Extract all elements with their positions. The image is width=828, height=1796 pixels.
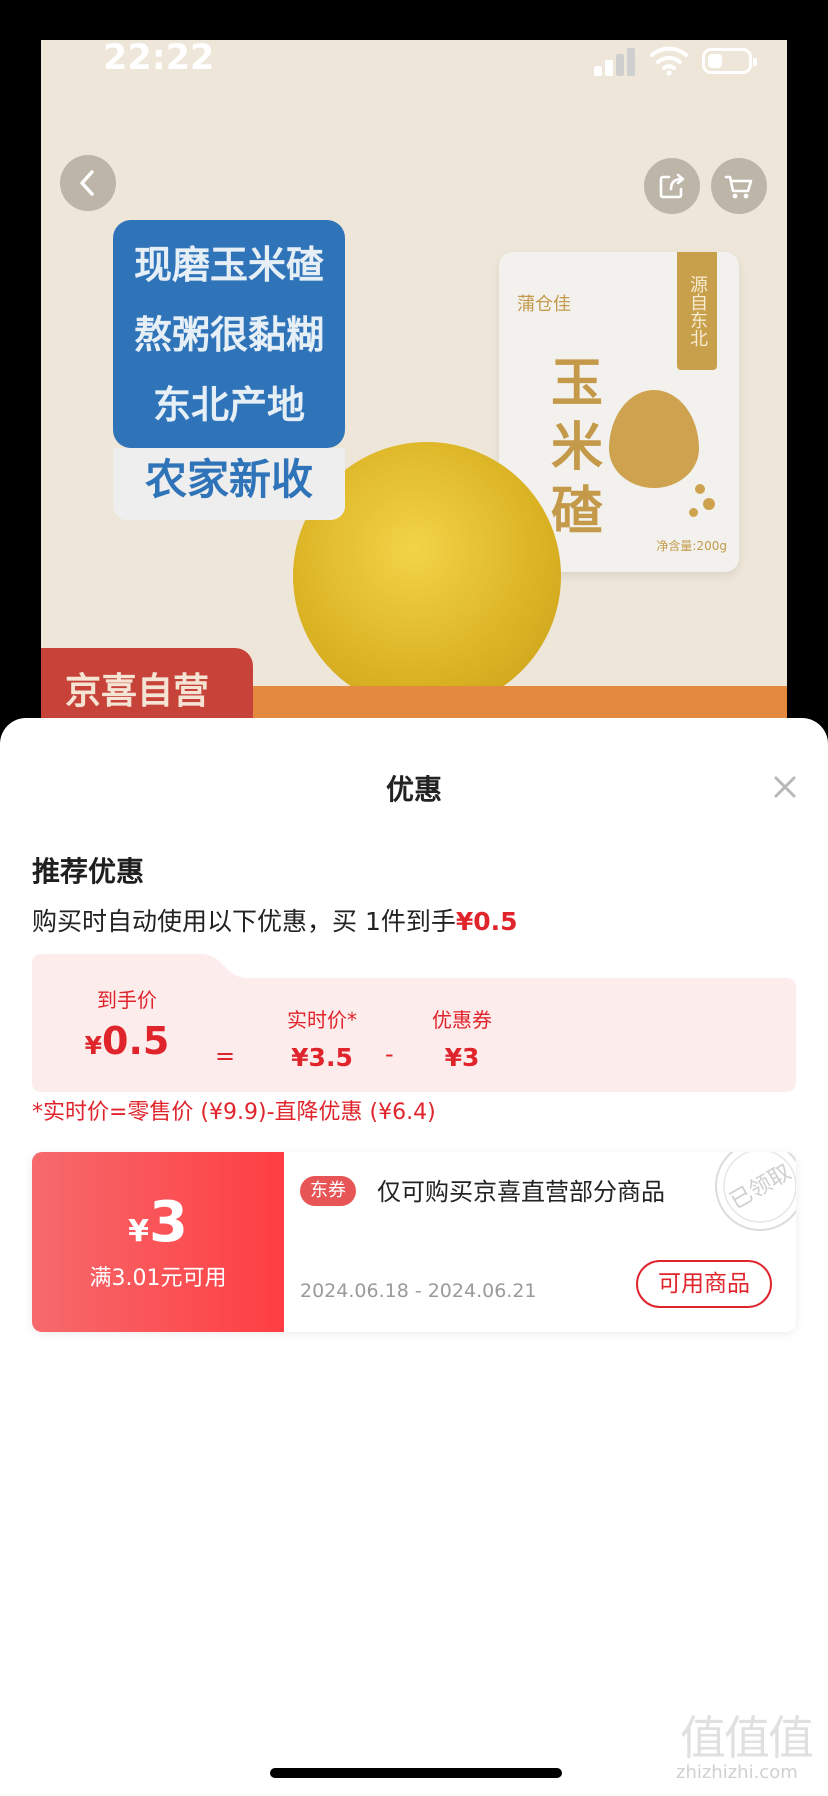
realtime-price-value: ¥3.5 bbox=[291, 1043, 353, 1072]
price-calculation: 到手价 ¥0.5 = 实时价* ¥3.5 - 优惠券 ¥3 bbox=[32, 954, 796, 1092]
bag-title: 玉米碴 bbox=[550, 354, 603, 542]
battery-icon bbox=[702, 48, 757, 74]
equals-sign: = bbox=[215, 1042, 236, 1070]
coupon-currency: ¥ bbox=[128, 1214, 149, 1249]
share-button[interactable] bbox=[644, 158, 700, 214]
coupon-type-badge: 东券 bbox=[300, 1176, 356, 1206]
promo-line-2: 熬粥很黏糊 bbox=[133, 313, 324, 357]
coupon-discount-block: 优惠券 ¥3 bbox=[407, 1004, 517, 1072]
recommend-description: 购买时自动使用以下优惠，买 1件到手¥0.5 bbox=[32, 902, 518, 938]
watermark-url: zhizhizhi.com bbox=[676, 1762, 798, 1783]
promo-line-1: 现磨玉米碴 bbox=[133, 243, 324, 287]
close-icon[interactable] bbox=[770, 772, 800, 802]
coupon-card[interactable]: ¥3 满3.01元可用 东券 仅可购买京喜直营部分商品 2024.06.18 -… bbox=[32, 1152, 796, 1332]
price-note: *实时价=零售价 (¥9.9)-直降优惠 (¥6.4) bbox=[32, 1100, 436, 1125]
coupon-condition: 满3.01元可用 bbox=[89, 1266, 227, 1291]
realtime-price-block: 实时价* ¥3.5 bbox=[267, 1004, 377, 1072]
coupon-description: 仅可购买京喜直营部分商品 bbox=[377, 1178, 665, 1206]
coupon-date-range: 2024.06.18 - 2024.06.21 bbox=[300, 1280, 537, 1302]
chevron-left-icon bbox=[80, 170, 94, 196]
final-price-value: 0.5 bbox=[102, 1019, 170, 1063]
cart-icon bbox=[724, 175, 753, 199]
description-price: ¥0.5 bbox=[455, 907, 518, 936]
bag-brand: 蒲仓佳 bbox=[517, 294, 571, 315]
claimed-stamp-icon: 已领取 bbox=[715, 1152, 796, 1231]
promo-line-3: 东北产地 bbox=[152, 383, 305, 427]
coupon-discount-value: ¥3 bbox=[444, 1043, 480, 1072]
coupon-value-panel: ¥3 满3.01元可用 bbox=[32, 1152, 284, 1332]
home-indicator bbox=[270, 1768, 562, 1778]
wifi-icon bbox=[650, 46, 688, 76]
bag-ribbon: 源自东北 bbox=[677, 252, 717, 370]
description-text: 购买时自动使用以下优惠，买 1件到手 bbox=[32, 907, 456, 936]
minus-sign: - bbox=[385, 1040, 394, 1068]
product-image: 现磨玉米碴 熬粥很黏糊 东北产地 农家新收 蒲仓佳 源自东北 玉米碴 净含量:2… bbox=[41, 40, 787, 740]
grain-dot bbox=[689, 508, 698, 517]
status-bar: 22:22 bbox=[0, 0, 828, 110]
grain-dot bbox=[695, 484, 705, 494]
final-price-label: 到手价 bbox=[97, 988, 157, 1012]
cart-button[interactable] bbox=[711, 158, 767, 214]
final-price-currency: ¥ bbox=[84, 1031, 103, 1060]
grain-dot bbox=[703, 498, 715, 510]
status-time: 22:22 bbox=[103, 38, 215, 78]
promo-highlight-text: 农家新收 bbox=[144, 455, 313, 504]
promo-banner: 现磨玉米碴 熬粥很黏糊 东北产地 农家新收 bbox=[113, 220, 345, 520]
sheet-title: 优惠 bbox=[385, 773, 442, 806]
stamp-text: 已领取 bbox=[726, 1160, 796, 1215]
discount-sheet: 优惠 推荐优惠 购买时自动使用以下优惠，买 1件到手¥0.5 到手价 ¥0.5 … bbox=[0, 718, 828, 1796]
bag-weight: 净含量:200g bbox=[656, 539, 727, 553]
coupon-discount-label: 优惠券 bbox=[432, 1008, 492, 1032]
promo-highlight: 农家新收 bbox=[113, 448, 345, 520]
promo-box: 现磨玉米碴 熬粥很黏糊 东北产地 bbox=[113, 220, 345, 448]
back-button[interactable] bbox=[60, 155, 116, 211]
grain-drop-icon bbox=[609, 390, 699, 488]
realtime-price-label: 实时价* bbox=[287, 1008, 357, 1032]
watermark-logo: 值值值 bbox=[680, 1711, 814, 1765]
coupon-amount-value: 3 bbox=[148, 1190, 188, 1255]
signal-icon bbox=[594, 46, 636, 76]
final-price-block: 到手价 ¥0.5 bbox=[72, 984, 182, 1063]
available-products-button[interactable]: 可用商品 bbox=[636, 1260, 772, 1308]
self-operated-tag-text: 京喜自营 bbox=[65, 671, 210, 712]
share-icon bbox=[659, 173, 685, 199]
section-title: 推荐优惠 bbox=[32, 855, 145, 888]
coupon-amount: ¥3 bbox=[32, 1190, 284, 1255]
